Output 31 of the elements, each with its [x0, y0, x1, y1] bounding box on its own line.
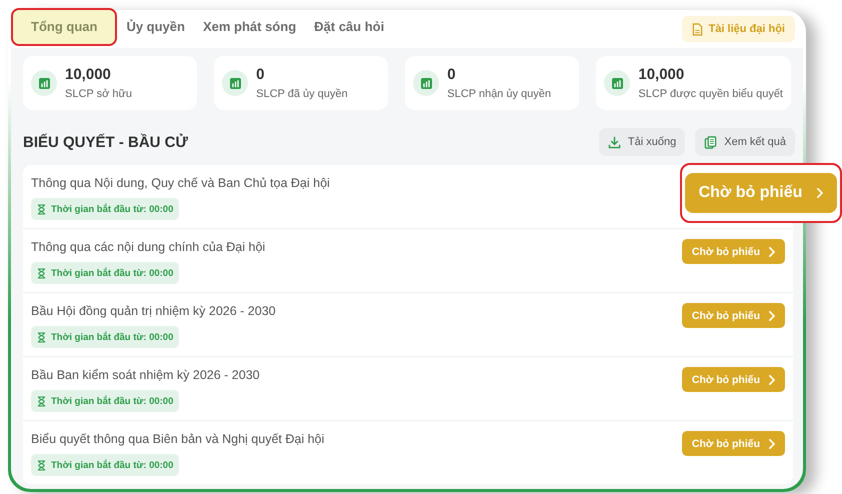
- start-time-badge: Thời gian bắt đầu từ: 00:00: [31, 326, 180, 348]
- vote-button[interactable]: Chờ bỏ phiếu: [682, 431, 785, 456]
- vote-button[interactable]: Chờ bỏ phiếu: [684, 173, 838, 213]
- vote-button[interactable]: Chờ bỏ phiếu: [682, 303, 785, 328]
- stat-value: 0: [256, 66, 266, 83]
- start-time-badge: Thời gian bắt đầu từ: 00:00: [31, 390, 180, 412]
- section-title: BIẾU QUYẾT - BẦU CỬ: [23, 134, 189, 150]
- stat-label: SLCP sở hữu: [65, 88, 132, 100]
- item-title: Bầu Ban kiểm soát nhiệm kỳ 2026 - 2030: [31, 368, 261, 382]
- download-button[interactable]: Tải xuống: [598, 128, 686, 156]
- item-title: Biểu quyết thông qua Biên bản và Nghị quyết Đại hội: [31, 432, 326, 446]
- vote-button[interactable]: Chờ bỏ phiếu: [682, 367, 785, 392]
- stat-value: 10,000: [65, 66, 112, 83]
- documents-button[interactable]: Tài liệu đại hội: [682, 16, 795, 42]
- item-title: Thông qua các nội dung chính của Đại hội: [31, 240, 266, 254]
- stat-label: SLCP đã ủy quyền: [256, 88, 348, 100]
- tab[interactable]: Ủy quyền: [117, 8, 194, 46]
- start-time-badge: Thời gian bắt đầu từ: 00:00: [31, 198, 180, 220]
- start-time-badge: Thời gian bắt đầu từ: 00:00: [31, 454, 180, 476]
- tab[interactable]: Đặt câu hỏi: [305, 8, 394, 46]
- start-time-badge: Thời gian bắt đầu từ: 00:00: [31, 262, 180, 284]
- vote-button[interactable]: Chờ bỏ phiếu: [682, 239, 785, 264]
- stat-value: 0: [447, 66, 457, 83]
- tab[interactable]: Tổng quan: [11, 8, 118, 46]
- results-button[interactable]: Xem kết quả: [695, 128, 795, 156]
- item-title: Thông qua Nội dung, Quy chế và Ban Chủ tọa Đại hội: [31, 176, 331, 190]
- stat-label: SLCP được quyền biểu quyết: [638, 88, 783, 100]
- tab[interactable]: Xem phát sóng: [194, 8, 306, 46]
- item-title: Bầu Hội đồng quản trị nhiệm kỳ 2026 - 2030: [31, 304, 277, 318]
- stat-value: 10,000: [638, 66, 686, 83]
- stat-label: SLCP nhận ủy quyền: [447, 88, 551, 100]
